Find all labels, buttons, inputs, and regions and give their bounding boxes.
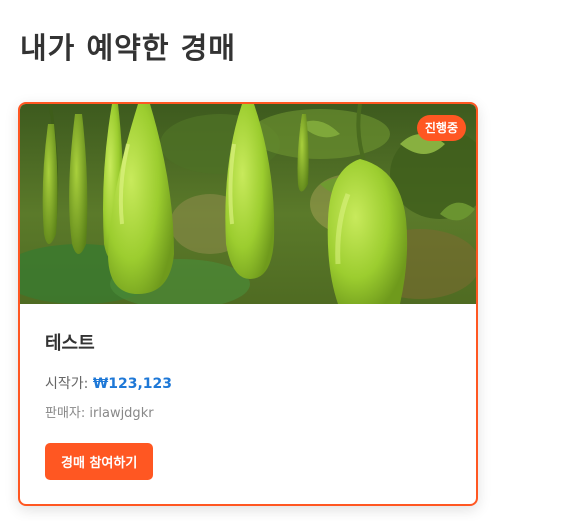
page: 내가 예약한 경매 진행중 테스트 시작가: ₩123,123 판매자: irl… [0, 0, 584, 521]
start-price: 시작가: ₩123,123 [45, 374, 172, 394]
start-price-value: ₩123,123 [92, 376, 173, 392]
item-title: 테스트 [45, 333, 95, 354]
seller-label: 판매자: [45, 406, 90, 421]
start-price-label: 시작가: [45, 376, 93, 392]
gourd-photo [20, 104, 476, 304]
join-auction-button[interactable]: 경매 참여하기 [45, 443, 154, 480]
seller-name: irlawjdgkr [89, 406, 154, 421]
auction-card[interactable]: 진행중 테스트 시작가: ₩123,123 판매자: irlawjdgkr 경매… [18, 102, 478, 506]
page-title: 내가 예약한 경매 [20, 31, 236, 65]
status-badge: 진행중 [416, 115, 466, 141]
seller-info: 판매자: irlawjdgkr [45, 405, 154, 423]
item-image[interactable]: 진행중 [20, 104, 476, 304]
